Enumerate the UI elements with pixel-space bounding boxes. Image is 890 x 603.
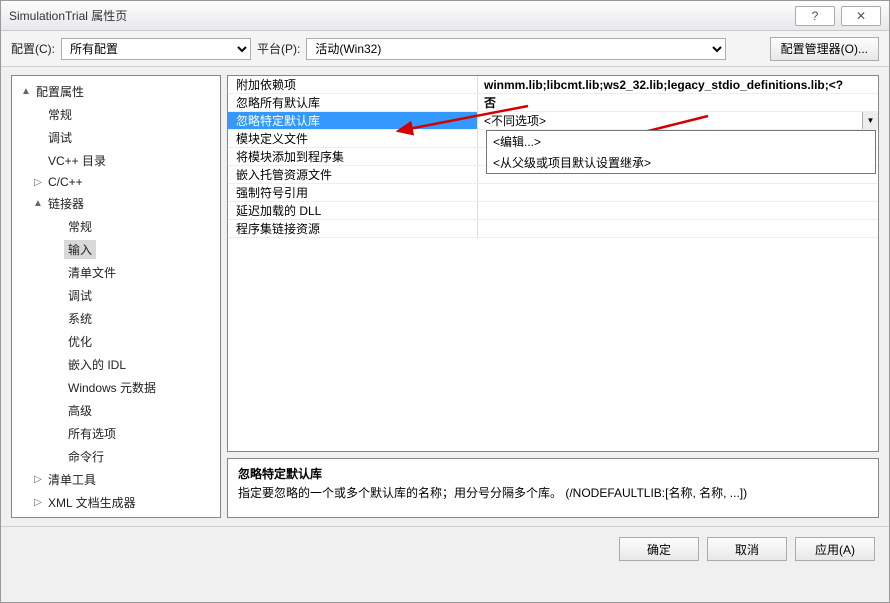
tree-node[interactable]: 常规 xyxy=(12,103,220,126)
tree-node[interactable]: ▷清单工具 xyxy=(12,468,220,491)
property-name: 延迟加载的 DLL xyxy=(228,202,478,219)
tree-node-label: 链接器 xyxy=(44,194,88,213)
tree-node[interactable]: 高级 xyxy=(12,399,220,422)
property-name: 忽略特定默认库 xyxy=(228,112,478,129)
dialog-footer: 确定 取消 应用(A) xyxy=(1,527,889,571)
config-manager-button[interactable]: 配置管理器(O)... xyxy=(770,37,879,61)
apply-button[interactable]: 应用(A) xyxy=(795,537,875,561)
config-label: 配置(C): xyxy=(11,40,55,57)
tree-node-label: 所有选项 xyxy=(64,424,120,443)
tree-twisty-icon: ▷ xyxy=(32,474,44,485)
tree-node-label: 常规 xyxy=(44,105,76,124)
tree-node-label: 输入 xyxy=(64,240,96,259)
window-title: SimulationTrial 属性页 xyxy=(9,7,789,24)
property-row[interactable]: 强制符号引用 xyxy=(228,184,878,202)
tree-node[interactable]: Windows 元数据 xyxy=(12,376,220,399)
tree-node[interactable]: ▷XML 文档生成器 xyxy=(12,491,220,514)
tree-node[interactable]: 调试 xyxy=(12,126,220,149)
property-value[interactable] xyxy=(478,220,878,237)
tree-node-label: 高级 xyxy=(64,401,96,420)
tree-node[interactable]: ▷C/C++ xyxy=(12,172,220,192)
title-bar: SimulationTrial 属性页 ? ✕ xyxy=(1,1,889,31)
tree-node-label: 常规 xyxy=(64,217,96,236)
dropdown-button[interactable]: ▼ xyxy=(862,112,878,129)
tree-node-label: Windows 元数据 xyxy=(64,378,160,397)
property-name: 嵌入托管资源文件 xyxy=(228,166,478,183)
platform-label: 平台(P): xyxy=(257,40,300,57)
nav-tree[interactable]: ▲配置属性常规调试VC++ 目录▷C/C++▲链接器常规输入清单文件调试系统优化… xyxy=(11,75,221,518)
tree-node-label: 嵌入的 IDL xyxy=(64,355,130,374)
tree-node-label: 调试 xyxy=(44,128,76,147)
toolbar: 配置(C): 所有配置 平台(P): 活动(Win32) 配置管理器(O)... xyxy=(1,31,889,67)
property-value[interactable]: 否 xyxy=(478,94,878,111)
tree-twisty-icon: ▷ xyxy=(32,497,44,508)
tree-node[interactable]: 优化 xyxy=(12,330,220,353)
cancel-button[interactable]: 取消 xyxy=(707,537,787,561)
tree-node-label: 浏览信息 xyxy=(44,516,100,518)
property-row[interactable]: 忽略特定默认库<不同选项>▼ xyxy=(228,112,878,130)
property-value[interactable] xyxy=(478,202,878,219)
property-row[interactable]: 附加依赖项winmm.lib;libcmt.lib;ws2_32.lib;leg… xyxy=(228,76,878,94)
tree-node[interactable]: VC++ 目录 xyxy=(12,149,220,172)
description-body: 指定要忽略的一个或多个默认库的名称；用分号分隔多个库。 (/NODEFAULTL… xyxy=(238,484,868,501)
tree-node[interactable]: ▲链接器 xyxy=(12,192,220,215)
tree-node-label: XML 文档生成器 xyxy=(44,493,140,512)
property-name: 忽略所有默认库 xyxy=(228,94,478,111)
tree-node[interactable]: 所有选项 xyxy=(12,422,220,445)
tree-node-label: 清单工具 xyxy=(44,470,100,489)
tree-node[interactable]: 调试 xyxy=(12,284,220,307)
tree-node[interactable]: 命令行 xyxy=(12,445,220,468)
platform-select[interactable]: 活动(Win32) xyxy=(306,38,726,60)
property-name: 程序集链接资源 xyxy=(228,220,478,237)
tree-node-label: VC++ 目录 xyxy=(44,151,110,170)
tree-twisty-icon: ▲ xyxy=(32,198,44,209)
property-value[interactable]: winmm.lib;libcmt.lib;ws2_32.lib;legacy_s… xyxy=(478,76,878,93)
property-name: 强制符号引用 xyxy=(228,184,478,201)
tree-node-label: 清单文件 xyxy=(64,263,120,282)
property-name: 附加依赖项 xyxy=(228,76,478,93)
help-button[interactable]: ? xyxy=(795,6,835,26)
property-grid[interactable]: 附加依赖项winmm.lib;libcmt.lib;ws2_32.lib;leg… xyxy=(227,75,879,452)
property-row[interactable]: 忽略所有默认库否 xyxy=(228,94,878,112)
tree-node-label: 配置属性 xyxy=(32,82,88,101)
property-value[interactable]: <不同选项>▼ xyxy=(478,112,878,129)
tree-node[interactable]: 常规 xyxy=(12,215,220,238)
close-button[interactable]: ✕ xyxy=(841,6,881,26)
property-name: 模块定义文件 xyxy=(228,130,478,147)
value-dropdown[interactable]: <编辑...><从父级或项目默认设置继承> xyxy=(486,130,876,174)
tree-node[interactable]: ▲配置属性 xyxy=(12,80,220,103)
property-name: 将模块添加到程序集 xyxy=(228,148,478,165)
tree-node-label: 优化 xyxy=(64,332,96,351)
tree-node[interactable]: 输入 xyxy=(12,238,220,261)
ok-button[interactable]: 确定 xyxy=(619,537,699,561)
dropdown-option[interactable]: <从父级或项目默认设置继承> xyxy=(487,152,875,173)
description-title: 忽略特定默认库 xyxy=(238,465,868,482)
description-panel: 忽略特定默认库 指定要忽略的一个或多个默认库的名称；用分号分隔多个库。 (/NO… xyxy=(227,458,879,518)
tree-node[interactable]: 清单文件 xyxy=(12,261,220,284)
tree-twisty-icon: ▷ xyxy=(32,177,44,188)
property-row[interactable]: 程序集链接资源 xyxy=(228,220,878,238)
dropdown-option[interactable]: <编辑...> xyxy=(487,131,875,152)
tree-node-label: 命令行 xyxy=(64,447,108,466)
property-row[interactable]: 延迟加载的 DLL xyxy=(228,202,878,220)
tree-node-label: 调试 xyxy=(64,286,96,305)
tree-node[interactable]: 嵌入的 IDL xyxy=(12,353,220,376)
tree-node-label: 系统 xyxy=(64,309,96,328)
tree-node[interactable]: ▷浏览信息 xyxy=(12,514,220,518)
config-select[interactable]: 所有配置 xyxy=(61,38,251,60)
tree-node-label: C/C++ xyxy=(44,174,87,190)
tree-twisty-icon: ▲ xyxy=(20,86,32,97)
tree-node[interactable]: 系统 xyxy=(12,307,220,330)
property-value[interactable] xyxy=(478,184,878,201)
